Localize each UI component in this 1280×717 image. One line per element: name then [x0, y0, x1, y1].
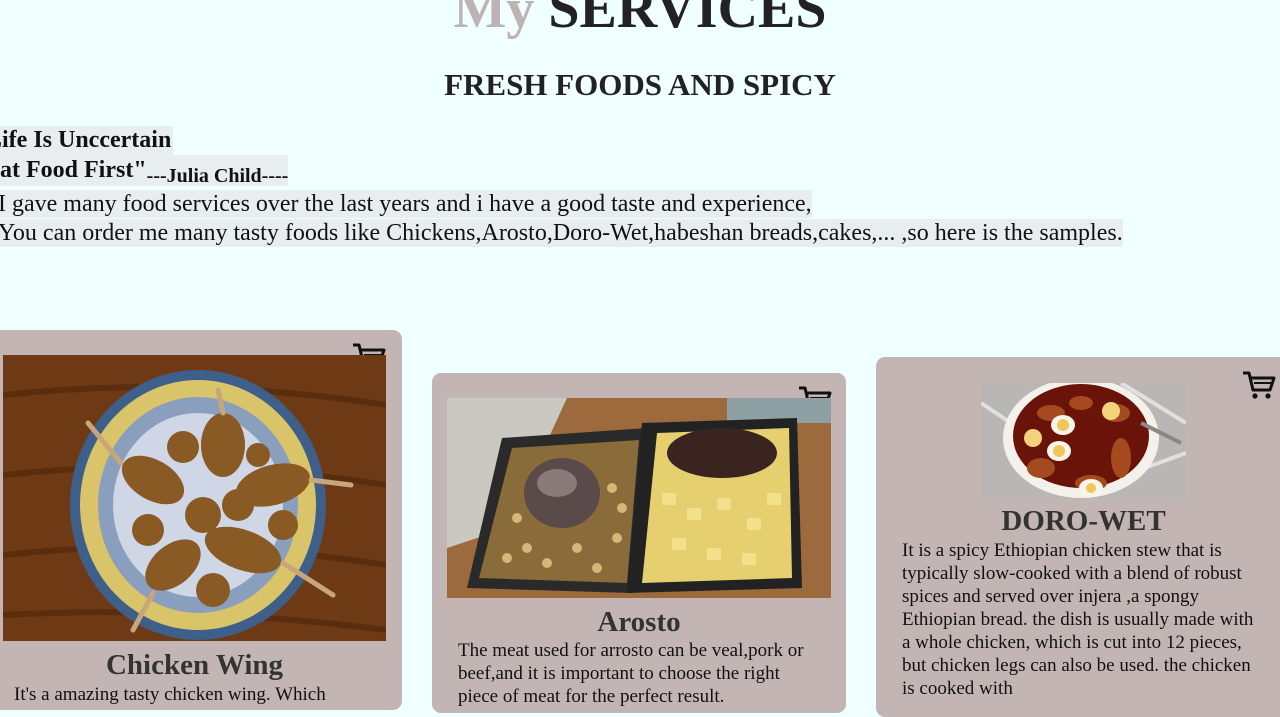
title-services: SERVICES	[548, 0, 827, 40]
page-subtitle: FRESH FOODS AND SPICY	[444, 67, 836, 102]
title-my: My	[453, 0, 535, 40]
card-title-arosto: Arosto	[597, 606, 681, 638]
quote-line-1: Life Is Unccertain	[0, 126, 174, 155]
quote-text: Eat Food First"	[0, 157, 147, 183]
intro-line-2: You can order me many tasty foods like C…	[0, 219, 1123, 247]
card-description-chicken-wing: It's a amazing tasty chicken wing. Which	[14, 684, 326, 705]
arosto-image	[447, 398, 831, 598]
quote-author: ---Julia Child----	[146, 165, 289, 187]
shopping-cart-icon[interactable]	[1242, 371, 1276, 401]
food-card-chicken-wing: Chicken Wing It's a amazing tasty chicke…	[0, 330, 402, 710]
intro-line-1: I gave many food services over the last …	[0, 190, 812, 218]
card-title-chicken-wing: Chicken Wing	[105, 649, 284, 681]
page-title: My SERVICES	[0, 0, 1280, 40]
card-description-arosto: The meat used for arrosto can be veal,po…	[458, 640, 804, 707]
food-card-doro-wet: DORO-WET It is a spicy Ethiopian chicken…	[876, 357, 1280, 717]
doro-wet-image	[981, 383, 1186, 498]
card-title-doro-wet: DORO-WET	[1001, 505, 1166, 537]
chicken-wing-image	[3, 355, 386, 641]
food-card-arosto: Arosto The meat used for arrosto can be …	[432, 373, 846, 713]
card-description-doro-wet: It is a spicy Ethiopian chicken stew tha…	[902, 540, 1254, 699]
quote-line-2: Eat Food First"---Julia Child----	[0, 155, 289, 187]
